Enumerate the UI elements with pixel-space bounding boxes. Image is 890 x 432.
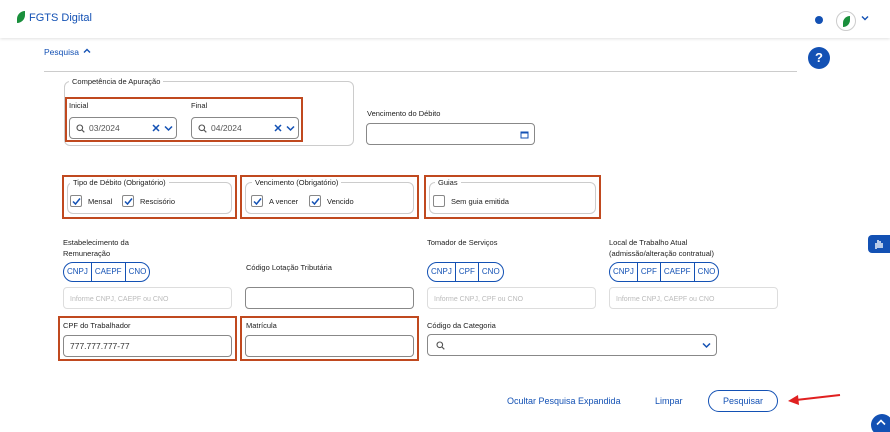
estabelecimento-label-2: Remuneração [63, 249, 111, 258]
clear-icon[interactable] [274, 124, 282, 132]
categoria-select[interactable] [427, 334, 717, 356]
tomador-placeholder: Informe CNPJ, CPF ou CNO [434, 296, 524, 303]
estabelecimento-placeholder: Informe CNPJ, CAEPF ou CNO [70, 296, 169, 303]
local-trabalho-label-2: (admissão/alteração contratual) [609, 249, 715, 258]
local-trabalho-input[interactable]: Informe CNPJ, CAEPF ou CNO [609, 287, 778, 309]
limpar-link[interactable]: Limpar [655, 396, 683, 406]
inicial-input[interactable]: 03/2024 [69, 117, 177, 139]
calendar-icon[interactable] [520, 130, 529, 139]
help-button[interactable]: ? [808, 47, 830, 69]
sem-guia-label: Sem guia emitida [451, 197, 509, 206]
sem-guia-checkbox[interactable] [433, 195, 445, 207]
chevron-down-icon[interactable] [286, 124, 295, 133]
cnpj-toggle[interactable]: CNPJ [428, 263, 456, 281]
tomador-input[interactable]: Informe CNPJ, CPF ou CNO [427, 287, 596, 309]
accessibility-tab[interactable] [868, 235, 890, 253]
cpf-input[interactable]: 777.777.777-77 [63, 335, 232, 357]
estabelecimento-label-1: Estabelecimento da [63, 238, 129, 247]
cnpj-toggle[interactable]: CNPJ [610, 263, 638, 281]
final-input[interactable]: 04/2024 [191, 117, 299, 139]
gov-logo-icon [843, 16, 850, 27]
caepf-toggle[interactable]: CAEPF [661, 263, 695, 281]
search-icon [76, 124, 85, 133]
fgts-logo-icon [17, 11, 25, 23]
a-vencer-label: A vencer [269, 197, 299, 206]
guias-legend: Guias [435, 178, 461, 187]
app-logo[interactable]: FGTS Digital [17, 11, 92, 24]
vencimento-debito-input[interactable] [366, 123, 535, 145]
ocultar-pesquisa-link[interactable]: Ocultar Pesquisa Expandida [507, 396, 621, 406]
cno-toggle[interactable]: CNO [126, 263, 150, 281]
vencimento-legend: Vencimento (Obrigatório) [252, 178, 342, 187]
pesquisar-button[interactable]: Pesquisar [708, 390, 778, 412]
top-bar: FGTS Digital [0, 0, 890, 38]
red-arrow-annotation [788, 394, 841, 405]
vencido-label: Vencido [327, 197, 354, 206]
cno-toggle[interactable]: CNO [479, 263, 503, 281]
search-section-label: Pesquisa [44, 47, 79, 57]
local-trabalho-label-1: Local de Trabalho Atual [609, 238, 688, 247]
mensal-checkbox[interactable] [70, 195, 82, 207]
final-value: 04/2024 [211, 123, 242, 133]
local-trabalho-placeholder: Informe CNPJ, CAEPF ou CNO [616, 296, 715, 303]
matricula-input[interactable] [245, 335, 414, 357]
tomador-type-group: CNPJ CPF CNO [427, 262, 504, 282]
scroll-top-button[interactable] [871, 414, 890, 432]
chevron-up-icon [876, 419, 886, 426]
a-vencer-checkbox[interactable] [251, 195, 263, 207]
app-title: FGTS Digital [29, 12, 92, 24]
final-label: Final [191, 101, 208, 110]
mensal-label: Mensal [88, 197, 113, 206]
clear-icon[interactable] [152, 124, 160, 132]
search-icon [198, 124, 207, 133]
chevron-down-icon[interactable] [861, 14, 869, 24]
cpf-toggle[interactable]: CPF [456, 263, 479, 281]
tomador-label: Tomador de Serviços [427, 238, 498, 247]
rescisorio-checkbox[interactable] [122, 195, 134, 207]
local-trabalho-type-group: CNPJ CPF CAEPF CNO [609, 262, 720, 282]
caepf-toggle[interactable]: CAEPF [92, 263, 126, 281]
search-icon [436, 341, 445, 350]
hand-icon [875, 240, 883, 249]
search-section-toggle[interactable]: Pesquisa [44, 47, 91, 57]
user-avatar[interactable] [836, 11, 856, 31]
estabelecimento-input[interactable]: Informe CNPJ, CAEPF ou CNO [63, 287, 232, 309]
vencido-checkbox[interactable] [309, 195, 321, 207]
chevron-up-icon [83, 48, 91, 53]
cpf-value: 777.777.777-77 [70, 341, 130, 351]
cpf-toggle[interactable]: CPF [638, 263, 661, 281]
vencimento-debito-label: Vencimento do Débito [367, 109, 441, 118]
lotacao-label: Código Lotação Tributária [246, 263, 332, 272]
competencia-legend: Competência de Apuração [69, 77, 164, 86]
section-divider [44, 71, 797, 72]
chevron-down-icon[interactable] [702, 341, 711, 350]
inicial-value: 03/2024 [89, 123, 120, 133]
chevron-down-icon[interactable] [164, 124, 173, 133]
tipo-debito-legend: Tipo de Débito (Obrigatório) [70, 178, 169, 187]
matricula-label: Matrícula [246, 321, 277, 330]
estabelecimento-type-group: CNPJ CAEPF CNO [63, 262, 151, 282]
categoria-label: Código da Categoria [427, 321, 496, 330]
accessibility-icon[interactable] [815, 16, 823, 24]
cno-toggle[interactable]: CNO [695, 263, 719, 281]
rescisorio-label: Rescisório [140, 197, 176, 206]
inicial-label: Inicial [69, 101, 89, 110]
cnpj-toggle[interactable]: CNPJ [64, 263, 92, 281]
cpf-label: CPF do Trabalhador [63, 321, 131, 330]
lotacao-input[interactable] [245, 287, 414, 309]
